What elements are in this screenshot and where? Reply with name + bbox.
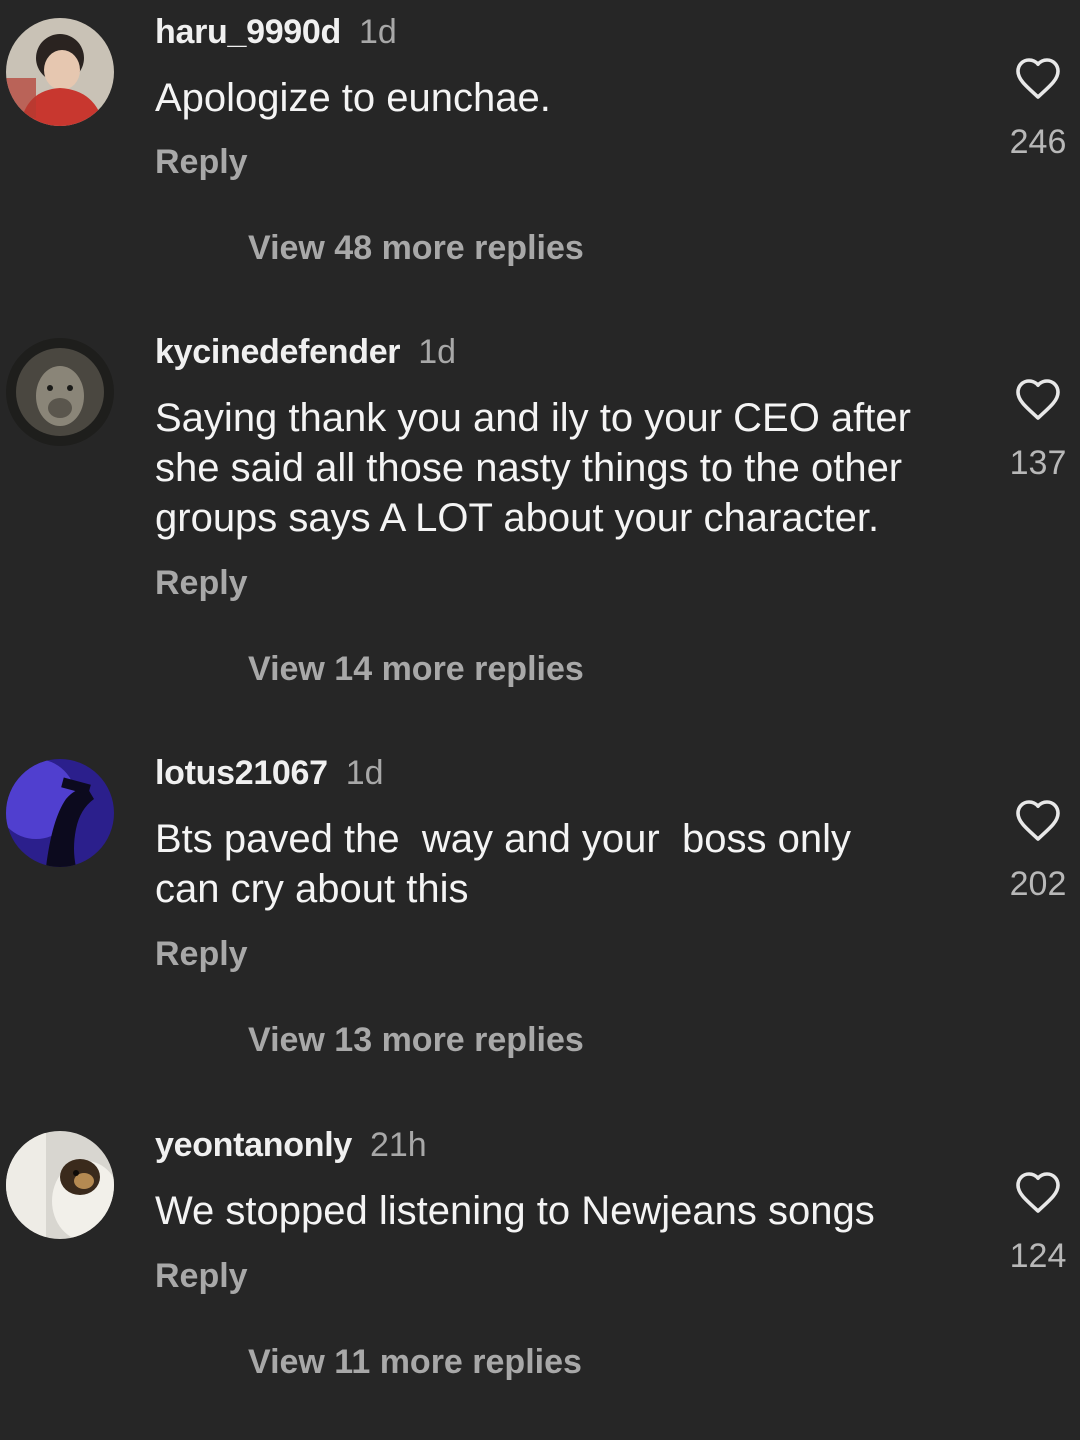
view-replies-button[interactable]: View 14 more replies [248, 649, 584, 689]
comment-item: lotus21067 1d Bts paved the way and your … [0, 741, 1080, 1091]
avatar[interactable] [6, 759, 114, 867]
like-button[interactable]: 124 [1008, 1170, 1068, 1276]
like-count: 202 [1009, 865, 1067, 903]
reply-button[interactable]: Reply [155, 142, 248, 182]
reply-button[interactable]: Reply [155, 1256, 248, 1296]
comment-meta: lotus21067 1d [155, 753, 384, 793]
timestamp: 1d [345, 754, 384, 792]
avatar[interactable] [6, 18, 114, 126]
view-replies-button[interactable]: View 13 more replies [248, 1020, 584, 1060]
comment-meta: haru_9990d 1d [155, 12, 397, 52]
heart-outline-icon[interactable] [1013, 798, 1063, 842]
heart-outline-icon[interactable] [1013, 1170, 1063, 1214]
avatar[interactable] [6, 1131, 114, 1239]
username[interactable]: kycinedefender [155, 333, 401, 371]
comment-item: yeontanonly 21h We stopped listening to N… [0, 1113, 1080, 1413]
reply-button[interactable]: Reply [155, 934, 248, 974]
comment-item: kycinedefender 1d Saying thank you and il… [0, 320, 1080, 720]
comment-item: haru_9990d 1d Apologize to eunchae. Reply… [0, 0, 1080, 300]
heart-outline-icon[interactable] [1013, 56, 1063, 100]
username[interactable]: haru_9990d [155, 13, 341, 51]
like-button[interactable]: 137 [1008, 377, 1068, 483]
like-count: 124 [1009, 1237, 1067, 1275]
timestamp: 1d [359, 13, 397, 51]
view-replies-button[interactable]: View 11 more replies [248, 1342, 582, 1382]
comment-text: Saying thank you and ily to your CEO aft… [155, 396, 911, 540]
timestamp: 21h [369, 1126, 427, 1164]
like-button[interactable]: 246 [1008, 56, 1068, 162]
comment-text: Bts paved the way and your boss only can… [155, 817, 851, 911]
comment-meta: yeontanonly 21h [155, 1125, 427, 1165]
reply-button[interactable]: Reply [155, 563, 248, 603]
avatar[interactable] [6, 338, 114, 446]
like-count: 137 [1009, 444, 1067, 482]
like-count: 246 [1009, 123, 1067, 161]
username[interactable]: yeontanonly [155, 1126, 352, 1164]
comment-text: We stopped listening to Newjeans songs [155, 1189, 875, 1233]
heart-outline-icon[interactable] [1013, 377, 1063, 421]
comment-text: Apologize to eunchae. [155, 76, 551, 120]
timestamp: 1d [418, 333, 457, 371]
like-button[interactable]: 202 [1008, 798, 1068, 904]
view-replies-button[interactable]: View 48 more replies [248, 228, 584, 268]
username[interactable]: lotus21067 [155, 754, 328, 792]
comment-meta: kycinedefender 1d [155, 332, 456, 372]
